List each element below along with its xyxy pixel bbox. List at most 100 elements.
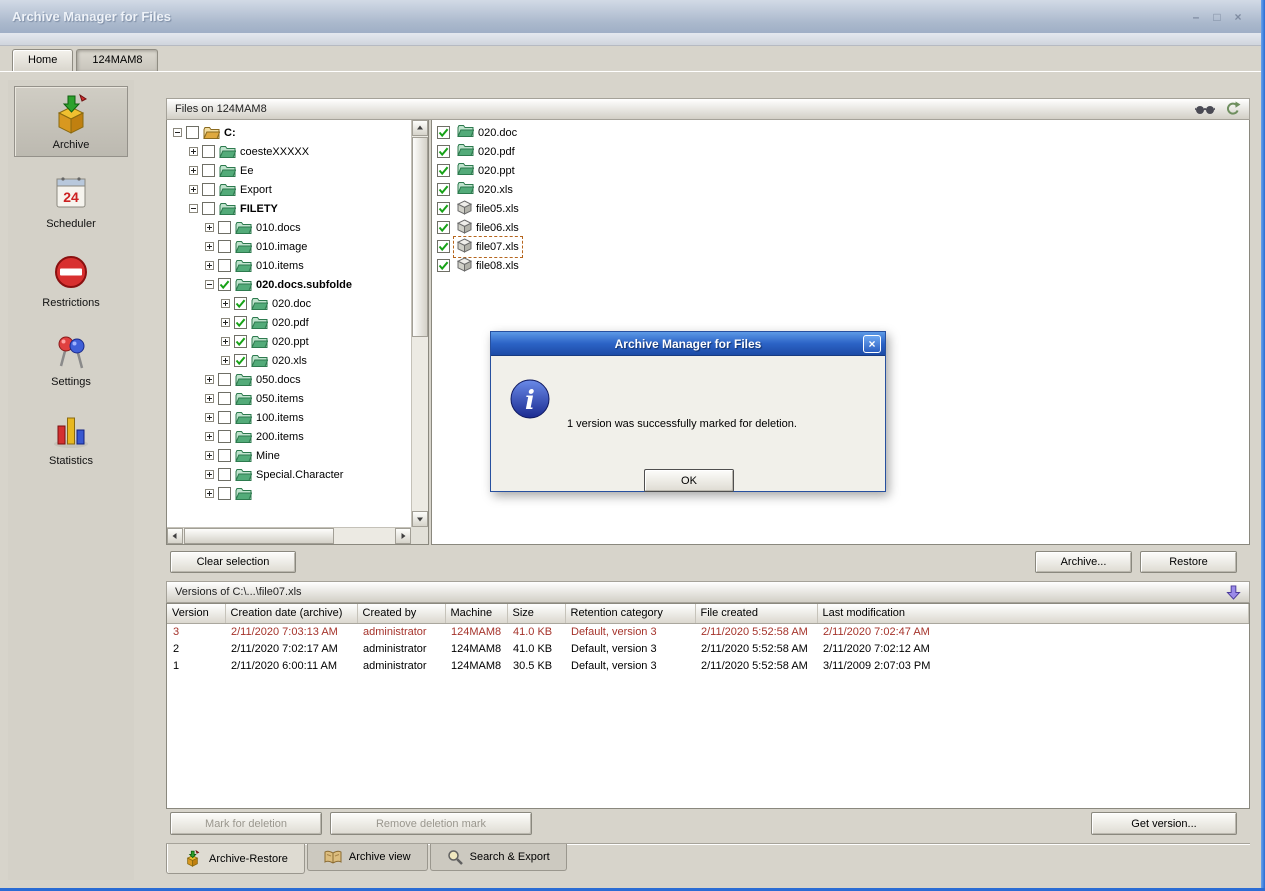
expander-plus-icon[interactable]	[205, 375, 214, 384]
tree-item[interactable]: Ee	[167, 161, 411, 180]
scroll-up-icon[interactable]	[412, 120, 428, 136]
tree-item[interactable]	[167, 484, 411, 503]
checkbox[interactable]	[437, 126, 450, 139]
checkbox[interactable]	[218, 468, 231, 481]
tree-item[interactable]: Mine	[167, 446, 411, 465]
checkbox[interactable]	[202, 183, 215, 196]
file-list-item[interactable]: 020.xls	[432, 180, 1249, 199]
sidebar-item-statistics[interactable]: Statistics	[14, 402, 128, 473]
tree-horizontal-scrollbar[interactable]	[167, 527, 411, 544]
expander-plus-icon[interactable]	[205, 432, 214, 441]
close-icon[interactable]: ×	[1231, 10, 1245, 24]
checkbox[interactable]	[218, 240, 231, 253]
get-version-button[interactable]: Get version...	[1091, 812, 1237, 835]
version-row[interactable]: 32/11/2020 7:03:13 AMadministrator124MAM…	[167, 623, 1249, 640]
version-row[interactable]: 12/11/2020 6:00:11 AMadministrator124MAM…	[167, 657, 1249, 674]
minimize-icon[interactable]: –	[1189, 10, 1203, 24]
sidebar-item-restrictions[interactable]: Restrictions	[14, 244, 128, 315]
tree-item[interactable]: 020.docs.subfolde	[167, 275, 411, 294]
expander-plus-icon[interactable]	[205, 451, 214, 460]
column-header-0[interactable]: Version	[167, 604, 225, 623]
bottom-tab-archive-view[interactable]: Archive view	[307, 844, 428, 871]
column-header-5[interactable]: Retention category	[565, 604, 695, 623]
file-list-item[interactable]: file05.xls	[432, 199, 1249, 218]
checkbox[interactable]	[218, 259, 231, 272]
checkbox[interactable]	[218, 430, 231, 443]
expander-plus-icon[interactable]	[189, 185, 198, 194]
expander-plus-icon[interactable]	[205, 242, 214, 251]
file-list-item[interactable]: file06.xls	[432, 218, 1249, 237]
tree-item[interactable]: 020.ppt	[167, 332, 411, 351]
sidebar-item-archive[interactable]: Archive	[14, 86, 128, 157]
tree-item[interactable]: FILETY	[167, 199, 411, 218]
checkbox[interactable]	[218, 411, 231, 424]
checkbox[interactable]	[437, 145, 450, 158]
ok-button[interactable]: OK	[644, 469, 734, 492]
checkbox[interactable]	[202, 202, 215, 215]
file-list-item[interactable]: 020.pdf	[432, 142, 1249, 161]
sidebar-item-scheduler[interactable]: 24Scheduler	[14, 165, 128, 236]
tree-item[interactable]: 200.items	[167, 427, 411, 446]
tree-item[interactable]: 100.items	[167, 408, 411, 427]
tab-124mam8[interactable]: 124MAM8	[76, 49, 158, 71]
column-header-3[interactable]: Machine	[445, 604, 507, 623]
version-row[interactable]: 22/11/2020 7:02:17 AMadministrator124MAM…	[167, 640, 1249, 657]
tree-item[interactable]: Special.Character	[167, 465, 411, 484]
tree-item[interactable]: 010.items	[167, 256, 411, 275]
tree-vertical-scrollbar[interactable]	[411, 120, 428, 527]
column-header-1[interactable]: Creation date (archive)	[225, 604, 357, 623]
expander-plus-icon[interactable]	[205, 261, 214, 270]
checkbox[interactable]	[234, 297, 247, 310]
checkbox[interactable]	[202, 145, 215, 158]
mark-for-deletion-button[interactable]: Mark for deletion	[170, 812, 322, 835]
checkbox[interactable]	[437, 164, 450, 177]
scroll-left-icon[interactable]	[167, 528, 183, 544]
sidebar-item-settings[interactable]: Settings	[14, 323, 128, 394]
expander-plus-icon[interactable]	[189, 166, 198, 175]
checkbox[interactable]	[218, 449, 231, 462]
expander-plus-icon[interactable]	[205, 470, 214, 479]
tree-item[interactable]: 020.pdf	[167, 313, 411, 332]
checkbox[interactable]	[218, 487, 231, 500]
restore-button[interactable]: Restore	[1140, 551, 1237, 573]
column-header-7[interactable]: Last modification	[817, 604, 1249, 623]
checkbox[interactable]	[234, 354, 247, 367]
expander-plus-icon[interactable]	[205, 413, 214, 422]
collapse-down-arrow-icon[interactable]	[1226, 585, 1241, 600]
tree-item[interactable]: 020.xls	[167, 351, 411, 370]
expander-plus-icon[interactable]	[221, 356, 230, 365]
checkbox[interactable]	[437, 221, 450, 234]
checkbox[interactable]	[186, 126, 199, 139]
tree-item[interactable]: coesteXXXXX	[167, 142, 411, 161]
tree-item[interactable]: 010.image	[167, 237, 411, 256]
bottom-tab-search-export[interactable]: Search & Export	[430, 844, 567, 871]
checkbox[interactable]	[218, 221, 231, 234]
maximize-icon[interactable]: □	[1210, 10, 1224, 24]
expander-minus-icon[interactable]	[173, 128, 182, 137]
archive-button[interactable]: Archive...	[1035, 551, 1132, 573]
expander-plus-icon[interactable]	[205, 394, 214, 403]
expander-plus-icon[interactable]	[205, 489, 214, 498]
file-list-item[interactable]: 020.doc	[432, 123, 1249, 142]
tree-item[interactable]: Export	[167, 180, 411, 199]
bottom-tab-archive-restore[interactable]: Archive-Restore	[166, 844, 305, 874]
checkbox[interactable]	[437, 259, 450, 272]
tree-item[interactable]: C:	[167, 123, 411, 142]
checkbox[interactable]	[234, 335, 247, 348]
tree-item[interactable]: 010.docs	[167, 218, 411, 237]
column-header-4[interactable]: Size	[507, 604, 565, 623]
tree-item[interactable]: 050.docs	[167, 370, 411, 389]
file-list-item[interactable]: file07.xls	[432, 237, 1249, 256]
refresh-icon[interactable]	[1225, 101, 1241, 117]
dialog-title-bar[interactable]: Archive Manager for Files ×	[491, 332, 885, 356]
tab-home[interactable]: Home	[12, 49, 73, 71]
checkbox[interactable]	[202, 164, 215, 177]
scroll-down-icon[interactable]	[412, 511, 428, 527]
column-header-2[interactable]: Created by	[357, 604, 445, 623]
file-list-item[interactable]: 020.ppt	[432, 161, 1249, 180]
view-icon[interactable]	[1195, 104, 1215, 115]
vertical-scrollbar-thumb[interactable]	[412, 137, 428, 337]
dialog-close-icon[interactable]: ×	[863, 335, 881, 353]
checkbox[interactable]	[437, 202, 450, 215]
checkbox[interactable]	[437, 183, 450, 196]
